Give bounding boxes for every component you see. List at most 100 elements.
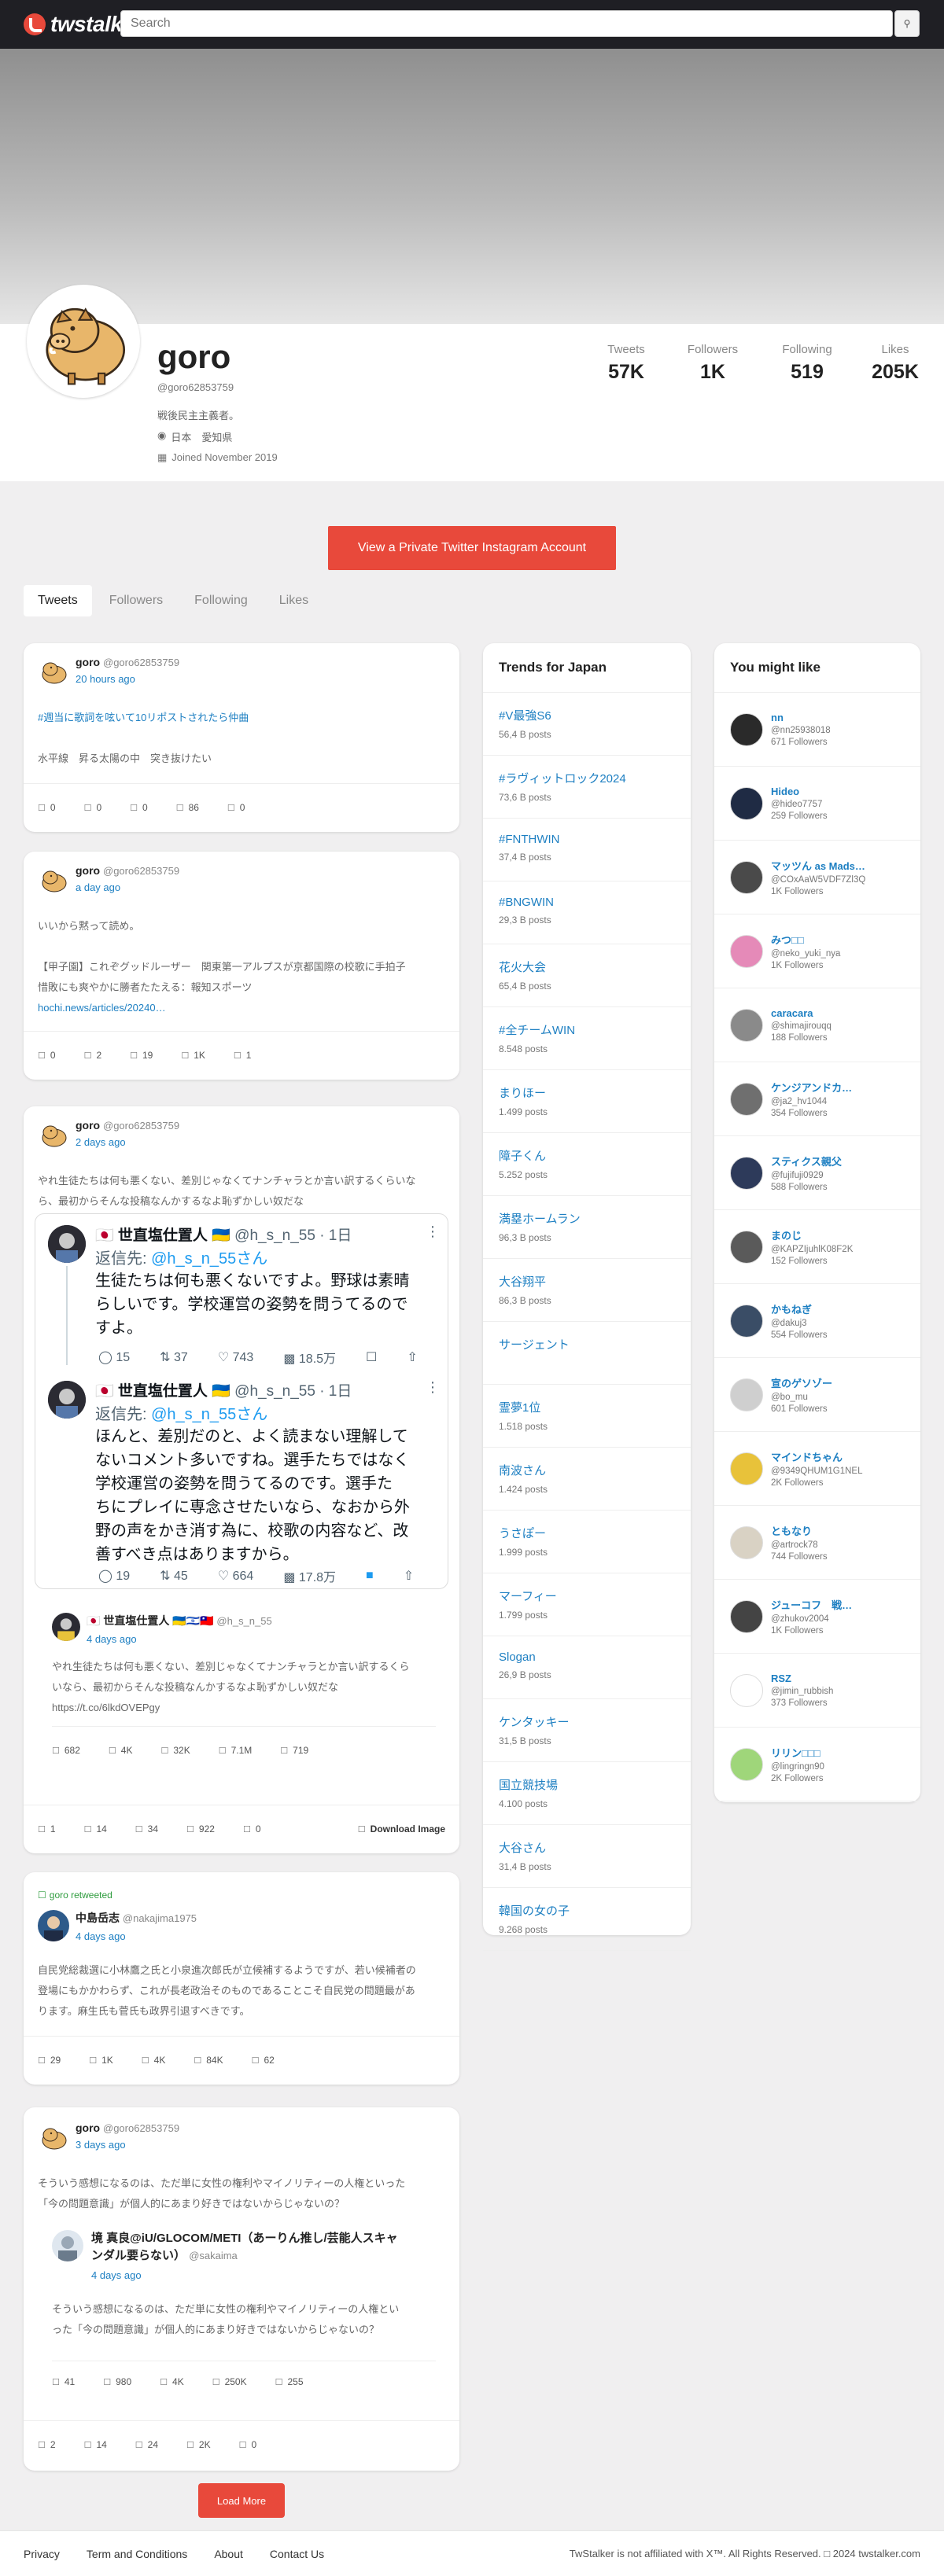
trend-item[interactable]: Slogan 26,9 B posts bbox=[483, 1636, 691, 1699]
embedded-line: 善すべき点はありますから。 bbox=[95, 1546, 299, 1563]
trend-item[interactable]: #V最強S6 56,4 B posts bbox=[483, 693, 691, 756]
suggested-account[interactable]: ジューコフ 戦… @zhukov2004 1K Followers bbox=[714, 1580, 920, 1654]
reply-action[interactable]: ☐ 1 bbox=[38, 1823, 56, 1834]
trend-item[interactable]: 南波さん 1.424 posts bbox=[483, 1448, 691, 1511]
suggested-account[interactable]: ともなり @artrock78 744 Followers bbox=[714, 1506, 920, 1580]
quoted-tweet[interactable]: 🇯🇵 世直塩仕置人 🇺🇦🇮🇱🇹🇼 @h_s_n_55 4 days ago やれ… bbox=[35, 1602, 448, 1759]
private-account-button[interactable]: View a Private Twitter Instagram Account bbox=[328, 526, 616, 570]
footer-link-contact[interactable]: Contact Us bbox=[270, 2548, 324, 2560]
like-action[interactable]: ☐ 24 bbox=[135, 2439, 158, 2450]
tweet-author-name[interactable]: goro bbox=[76, 2122, 100, 2134]
trend-item[interactable]: 大谷さん 31,4 B posts bbox=[483, 1825, 691, 1888]
suggested-account-followers: 259 Followers bbox=[771, 811, 828, 821]
trend-item[interactable]: マーフィー 1.799 posts bbox=[483, 1573, 691, 1636]
suggested-account[interactable]: リリン□□□ @lingringn90 2K Followers bbox=[714, 1728, 920, 1801]
reply-action[interactable]: ☐ 29 bbox=[38, 2055, 61, 2066]
suggested-account[interactable]: マッツん as Madst… @COxAaW5VDF7Zl3Q 1K Followe… bbox=[714, 841, 920, 914]
bookmark-action[interactable]: ☐ 0 bbox=[243, 1823, 261, 1834]
tab-followers[interactable]: Followers bbox=[95, 585, 177, 616]
avatar[interactable] bbox=[38, 864, 69, 896]
stat-likes[interactable]: Likes 205K bbox=[870, 343, 920, 384]
trend-item[interactable]: ケンタッキー 31,5 B posts bbox=[483, 1699, 691, 1762]
trend-item[interactable]: #BNGWIN 29,3 B posts bbox=[483, 881, 691, 944]
tweet-author-name[interactable]: goro bbox=[76, 864, 100, 877]
suggested-account[interactable]: nn @nn25938018 671 Followers bbox=[714, 693, 920, 767]
suggested-account[interactable]: スティクス親父 @fujifuji0929 588 Followers bbox=[714, 1136, 920, 1210]
stat-tweets[interactable]: Tweets 57K bbox=[601, 343, 651, 384]
tweet-link[interactable]: hochi.news/articles/20240… bbox=[38, 998, 445, 1018]
trend-item[interactable]: サージェント bbox=[483, 1322, 691, 1385]
retweet-action[interactable]: ☐ 2 bbox=[84, 1050, 102, 1061]
suggested-account[interactable]: Hideo @hideo7757 259 Followers bbox=[714, 767, 920, 841]
suggested-account[interactable]: 宣のゲソゾー @bo_mu 601 Followers bbox=[714, 1358, 920, 1432]
avatar[interactable] bbox=[38, 1119, 69, 1150]
retweet-action[interactable]: ☐ 0 bbox=[84, 802, 102, 813]
tweet-time[interactable]: 2 days ago bbox=[76, 1136, 179, 1148]
trend-item[interactable]: #FNTHWIN 37,4 B posts bbox=[483, 819, 691, 881]
bookmark-action[interactable]: ☐ 62 bbox=[252, 2055, 275, 2066]
retweet-action[interactable]: ☐ 14 bbox=[84, 2439, 107, 2450]
bookmark-action[interactable]: ☐ 1 bbox=[234, 1050, 252, 1061]
suggested-account[interactable]: かもねぎ @dakuj3 554 Followers bbox=[714, 1284, 920, 1358]
download-image-button[interactable]: ☐ Download Image bbox=[358, 1823, 445, 1834]
reply-action[interactable]: ☐ 2 bbox=[38, 2439, 56, 2450]
trend-item[interactable]: 韓国の女の子 9.268 posts bbox=[483, 1888, 691, 1951]
trend-item[interactable]: 障子くん 5.252 posts bbox=[483, 1133, 691, 1196]
trend-item[interactable]: 大谷翔平 86,3 B posts bbox=[483, 1259, 691, 1322]
avatar[interactable] bbox=[38, 656, 69, 687]
tab-following[interactable]: Following bbox=[180, 585, 262, 616]
trend-item[interactable]: 霊夢1位 1.518 posts bbox=[483, 1385, 691, 1448]
footer-link-about[interactable]: About bbox=[214, 2548, 243, 2560]
footer-link-terms[interactable]: Term and Conditions bbox=[87, 2548, 187, 2560]
view-action[interactable]: ☐ 86 bbox=[176, 802, 199, 813]
reply-action[interactable]: ☐ 0 bbox=[38, 1050, 56, 1061]
tweet-time[interactable]: 4 days ago bbox=[76, 1930, 197, 1942]
suggested-account[interactable]: みつ□□ @neko_yuki_nya 1K Followers bbox=[714, 914, 920, 988]
tab-likes[interactable]: Likes bbox=[265, 585, 323, 616]
suggested-account[interactable]: マインドちゃん @9349QHUM1G1NEL 2K Followers bbox=[714, 1432, 920, 1506]
trend-item[interactable]: #ラヴィットロック2024 73,6 B posts bbox=[483, 756, 691, 819]
like-action[interactable]: ☐ 34 bbox=[135, 1823, 158, 1834]
profile-avatar[interactable] bbox=[27, 285, 140, 398]
view-action[interactable]: ☐ 84K bbox=[194, 2055, 223, 2066]
like-action[interactable]: ☐ 4K bbox=[142, 2055, 166, 2066]
view-action[interactable]: ☐ 2K bbox=[186, 2439, 211, 2450]
retweet-action[interactable]: ☐ 1K bbox=[89, 2055, 113, 2066]
trend-item[interactable]: うさぽー 1.999 posts bbox=[483, 1511, 691, 1573]
bookmark-action[interactable]: ☐ 0 bbox=[227, 802, 245, 813]
suggested-account[interactable]: まのじ @KAPZIjuhlK08F2K 152 Followers bbox=[714, 1210, 920, 1284]
stat-followers[interactable]: Followers 1K bbox=[681, 343, 744, 384]
avatar[interactable] bbox=[38, 2122, 69, 2153]
suggested-account[interactable]: ケンジアンドカ… @ja2_hv1044 354 Followers bbox=[714, 1062, 920, 1136]
quoted-tweet[interactable]: 境 真良@iU/GLOCOM/METI（あーりん推し/芸能人スキャ ンダル要らな… bbox=[35, 2221, 448, 2394]
stat-following[interactable]: Following 519 bbox=[776, 343, 839, 384]
trend-item[interactable]: まりほー 1.499 posts bbox=[483, 1070, 691, 1133]
tab-tweets[interactable]: Tweets bbox=[24, 585, 92, 616]
tweet-hashtag[interactable]: #週当に歌詞を呟いて10リポストされたら仲曲 bbox=[38, 708, 445, 728]
view-action[interactable]: ☐ 922 bbox=[186, 1823, 215, 1834]
view-action[interactable]: ☐ 1K bbox=[181, 1050, 205, 1061]
tweet-time[interactable]: 3 days ago bbox=[76, 2139, 179, 2151]
like-action[interactable]: ☐ 19 bbox=[130, 1050, 153, 1061]
avatar[interactable] bbox=[38, 1910, 69, 1941]
tweet-author-name[interactable]: goro bbox=[76, 1119, 100, 1132]
like-action[interactable]: ☐ 0 bbox=[130, 802, 148, 813]
suggested-account[interactable]: RSZ @jimin_rubbish 373 Followers bbox=[714, 1654, 920, 1728]
trend-item[interactable]: 花火大会 65,4 B posts bbox=[483, 944, 691, 1007]
retweet-action[interactable]: ☐ 14 bbox=[84, 1823, 107, 1834]
trend-item[interactable]: 国立競技場 4.100 posts bbox=[483, 1762, 691, 1825]
load-more-button[interactable]: Load More bbox=[198, 2483, 285, 2518]
search-button[interactable]: ⚲ bbox=[894, 10, 920, 37]
tweet-author-name[interactable]: goro bbox=[76, 656, 100, 668]
tweet-author-name[interactable]: 中島岳志 bbox=[76, 1912, 120, 1924]
reply-action[interactable]: ☐ 0 bbox=[38, 802, 56, 813]
footer-link-privacy[interactable]: Privacy bbox=[24, 2548, 60, 2560]
suggested-account[interactable]: caracara @shimajirouqq 188 Followers bbox=[714, 988, 920, 1062]
trend-item[interactable]: 満塁ホームラン 96,3 B posts bbox=[483, 1196, 691, 1259]
tweet-time[interactable]: a day ago bbox=[76, 881, 179, 893]
tweet-media-screenshot[interactable]: 🇯🇵 世直塩仕置人 🇺🇦 @h_s_n_55 · 1日 ⋮ 返信先: @h_s_… bbox=[35, 1213, 448, 1589]
bookmark-action[interactable]: ☐ 0 bbox=[239, 2439, 257, 2450]
tweet-time[interactable]: 20 hours ago bbox=[76, 673, 179, 685]
trend-item[interactable]: #全チームWIN 8.548 posts bbox=[483, 1007, 691, 1070]
search-input[interactable] bbox=[121, 11, 892, 36]
